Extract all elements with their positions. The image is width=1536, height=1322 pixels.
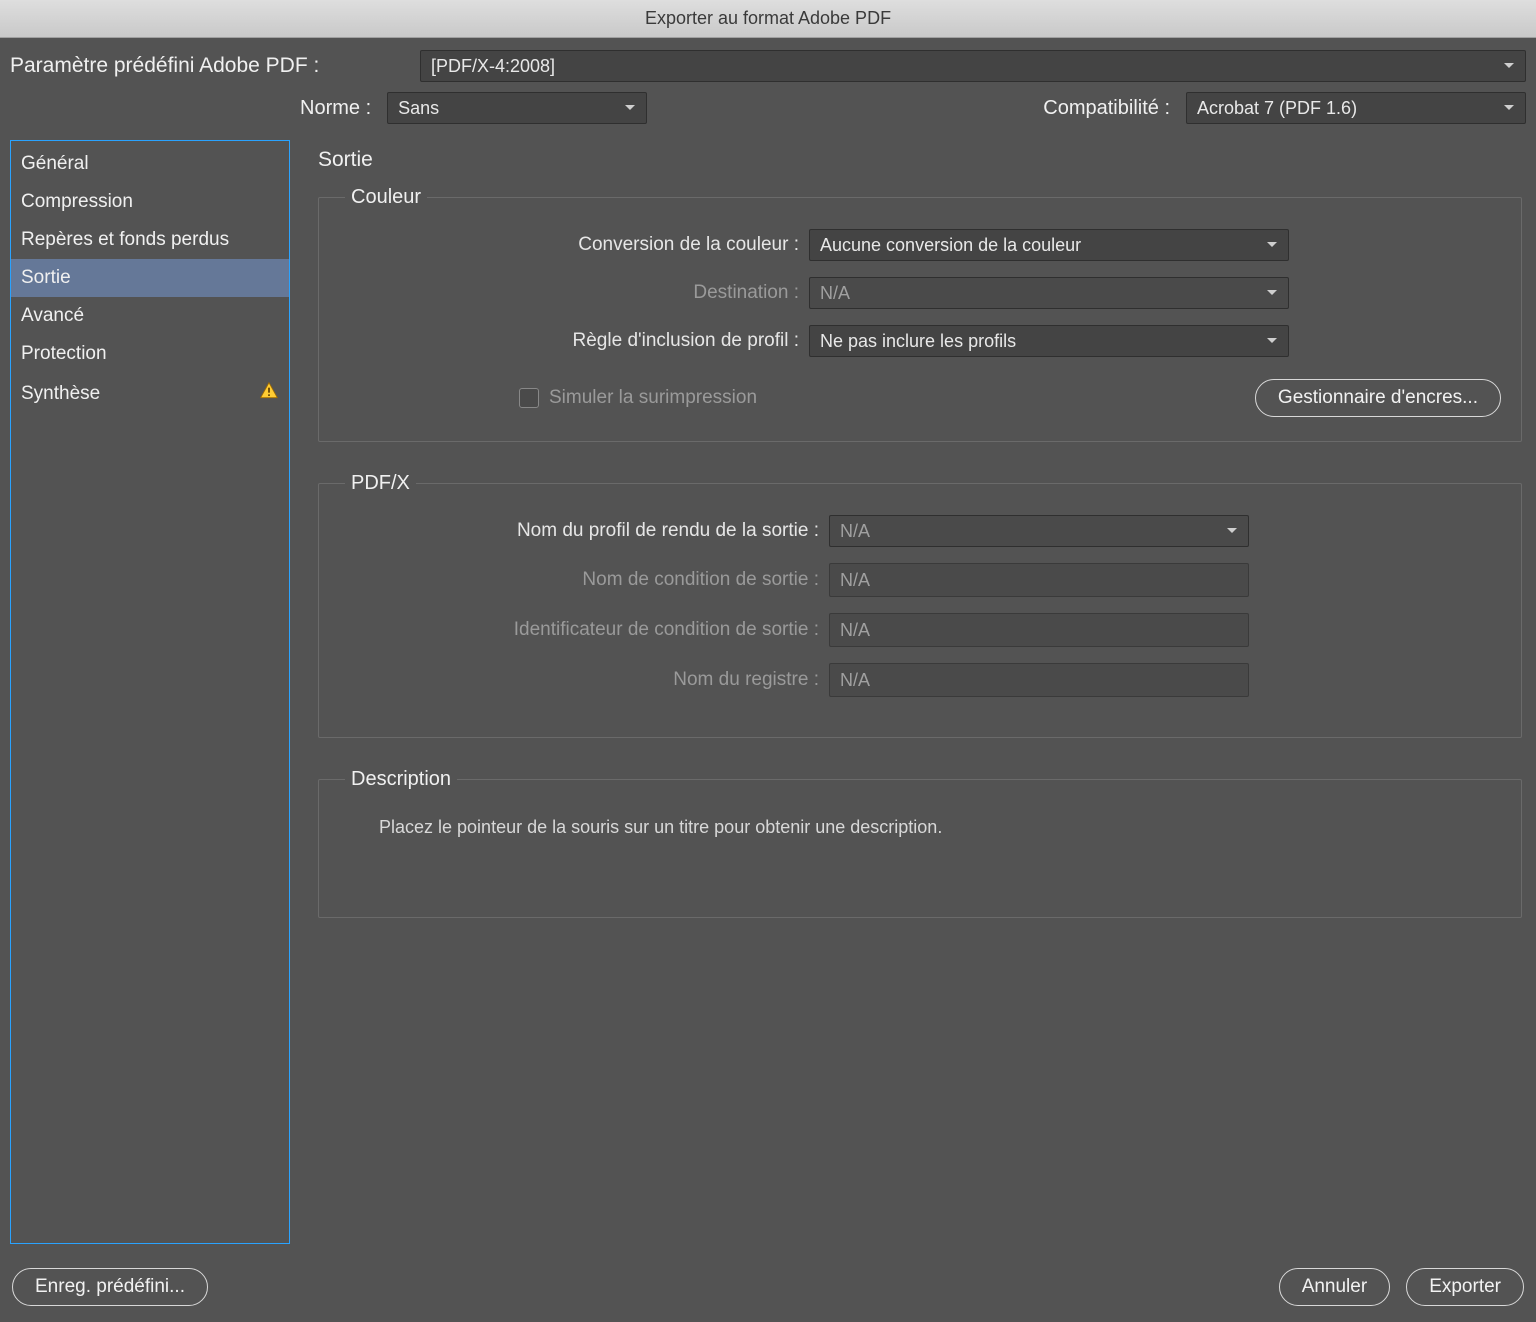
output-intent-profile-value: N/A <box>840 521 870 542</box>
sidebar-item-advanced[interactable]: Avancé <box>11 297 289 335</box>
chevron-down-icon <box>1266 241 1278 249</box>
destination-label: Destination : <box>339 282 809 304</box>
preset-label: Paramètre prédéfini Adobe PDF : <box>10 54 420 78</box>
sidebar-item-label: Sortie <box>21 267 71 289</box>
compatibility-select[interactable]: Acrobat 7 (PDF 1.6) <box>1186 92 1526 124</box>
pdfx-legend: PDF/X <box>345 472 416 495</box>
color-group: Couleur Conversion de la couleur : Aucun… <box>318 186 1522 442</box>
top-controls: Paramètre prédéfini Adobe PDF : [PDF/X-4… <box>0 38 1536 140</box>
category-sidebar: Général Compression Repères et fonds per… <box>10 140 290 1244</box>
sidebar-item-label: Synthèse <box>21 383 100 405</box>
profile-policy-label: Règle d'inclusion de profil : <box>339 330 809 352</box>
chevron-down-icon <box>1226 527 1238 535</box>
sidebar-item-compression[interactable]: Compression <box>11 183 289 221</box>
cancel-button[interactable]: Annuler <box>1279 1268 1391 1306</box>
color-conversion-value: Aucune conversion de la couleur <box>820 235 1081 256</box>
pdfx-group: PDF/X Nom du profil de rendu de la sorti… <box>318 472 1522 738</box>
export-button[interactable]: Exporter <box>1406 1268 1524 1306</box>
output-condition-id-label: Identificateur de condition de sortie : <box>339 619 829 641</box>
chevron-down-icon <box>624 104 636 112</box>
output-condition-name-label: Nom de condition de sortie : <box>339 569 829 591</box>
preset-select[interactable]: [PDF/X-4:2008] <box>420 50 1526 82</box>
standard-select[interactable]: Sans <box>387 92 647 124</box>
profile-policy-value: Ne pas inclure les profils <box>820 331 1016 352</box>
sidebar-item-label: Repères et fonds perdus <box>21 229 229 251</box>
window-title: Exporter au format Adobe PDF <box>645 8 891 29</box>
standard-label: Norme : <box>300 97 379 120</box>
output-intent-profile-select: N/A <box>829 515 1249 547</box>
standard-value: Sans <box>398 98 439 119</box>
sidebar-item-marks-bleeds[interactable]: Repères et fonds perdus <box>11 221 289 259</box>
description-legend: Description <box>345 768 457 791</box>
compatibility-value: Acrobat 7 (PDF 1.6) <box>1197 98 1357 119</box>
sidebar-item-summary[interactable]: Synthèse <box>11 373 289 415</box>
sidebar-item-label: Compression <box>21 191 133 213</box>
compatibility-label: Compatibilité : <box>1043 97 1178 120</box>
sidebar-item-security[interactable]: Protection <box>11 335 289 373</box>
color-conversion-label: Conversion de la couleur : <box>339 234 809 256</box>
sidebar-item-label: Avancé <box>21 305 84 327</box>
sidebar-item-output[interactable]: Sortie <box>11 259 289 297</box>
output-intent-profile-label: Nom du profil de rendu de la sortie : <box>339 520 829 542</box>
description-text: Placez le pointeur de la souris sur un t… <box>339 811 1501 838</box>
destination-select: N/A <box>809 277 1289 309</box>
warning-icon <box>259 381 279 407</box>
main-panel: Sortie Couleur Conversion de la couleur … <box>318 140 1526 1244</box>
color-legend: Couleur <box>345 186 427 209</box>
sidebar-item-label: Protection <box>21 343 107 365</box>
sidebar-item-general[interactable]: Général <box>11 145 289 183</box>
save-preset-button[interactable]: Enreg. prédéfini... <box>12 1268 208 1306</box>
ink-manager-button[interactable]: Gestionnaire d'encres... <box>1255 379 1501 417</box>
chevron-down-icon <box>1266 337 1278 345</box>
dialog-footer: Enreg. prédéfini... Annuler Exporter <box>0 1254 1536 1322</box>
chevron-down-icon <box>1503 62 1515 70</box>
color-conversion-select[interactable]: Aucune conversion de la couleur <box>809 229 1289 261</box>
simulate-overprint-checkbox <box>519 388 539 408</box>
registry-name-input <box>829 663 1249 697</box>
destination-value: N/A <box>820 283 850 304</box>
window-titlebar: Exporter au format Adobe PDF <box>0 0 1536 38</box>
chevron-down-icon <box>1503 104 1515 112</box>
preset-value: [PDF/X-4:2008] <box>431 56 555 77</box>
output-condition-id-input <box>829 613 1249 647</box>
description-group: Description Placez le pointeur de la sou… <box>318 768 1522 918</box>
profile-policy-select[interactable]: Ne pas inclure les profils <box>809 325 1289 357</box>
chevron-down-icon <box>1266 289 1278 297</box>
registry-name-label: Nom du registre : <box>339 669 829 691</box>
output-condition-name-input <box>829 563 1249 597</box>
sidebar-item-label: Général <box>21 153 89 175</box>
simulate-overprint-label: Simuler la surimpression <box>549 387 757 409</box>
panel-title: Sortie <box>318 148 1522 172</box>
